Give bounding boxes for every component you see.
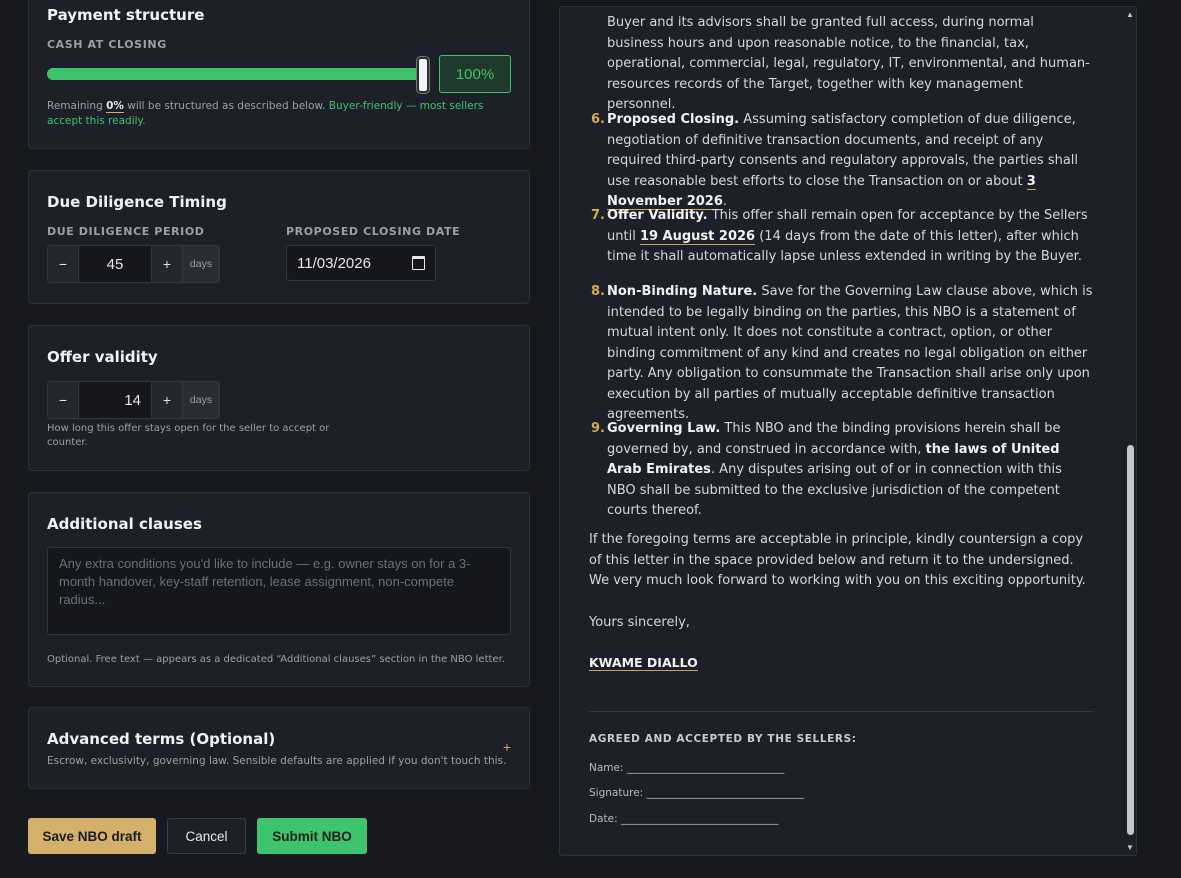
offer-validity-title: Offer validity: [47, 348, 158, 366]
advanced-terms-subtitle: Escrow, exclusivity, governing law. Sens…: [47, 755, 507, 767]
scroll-up-icon[interactable]: ▲: [1126, 10, 1134, 19]
advanced-terms-title: Advanced terms (Optional): [47, 730, 276, 748]
expand-plus-icon[interactable]: +: [503, 739, 511, 755]
additional-clauses-title: Additional clauses: [47, 515, 202, 533]
agreed-heading: AGREED AND ACCEPTED BY THE SELLERS:: [589, 733, 857, 745]
payment-structure-card: Payment structure CASH AT CLOSING 100% R…: [28, 0, 530, 149]
cash-at-closing-label: CASH AT CLOSING: [47, 38, 167, 51]
dd-unit-label: days: [182, 246, 219, 282]
closing-date-input[interactable]: 11/03/2026: [286, 245, 436, 281]
clause-heading: Non-Binding Nature.: [607, 284, 758, 299]
validity-decrement-button[interactable]: −: [48, 382, 78, 418]
cash-slider-track[interactable]: [47, 68, 421, 80]
nbo-letter-preview[interactable]: Buyer and its advisors shall be granted …: [559, 6, 1137, 856]
cash-slider-thumb[interactable]: [417, 57, 429, 93]
date-line: Date: ______________________________: [589, 813, 779, 825]
name-line: Name: ______________________________: [589, 762, 785, 774]
cash-percent-field[interactable]: 100%: [439, 55, 511, 93]
remaining-note: Remaining 0% will be structured as descr…: [47, 99, 517, 129]
clause-number: 9.: [591, 421, 605, 436]
letter-scrollbar[interactable]: ▲ ▼: [1124, 7, 1136, 855]
clause-heading: Governing Law.: [607, 421, 721, 436]
signatory: KWAME DIALLO: [589, 653, 1093, 675]
validity-unit-label: days: [182, 382, 219, 418]
cancel-button[interactable]: Cancel: [167, 818, 246, 854]
due-diligence-card: Due Diligence Timing DUE DILIGENCE PERIO…: [28, 170, 530, 304]
dd-decrement-button[interactable]: −: [48, 246, 78, 282]
submit-nbo-button[interactable]: Submit NBO: [257, 818, 367, 854]
offer-validity-card: Offer validity − 14 + days How long this…: [28, 325, 530, 471]
closing-date-value: 11/03/2026: [297, 254, 371, 272]
closing-date-label: PROPOSED CLOSING DATE: [286, 225, 461, 238]
validity-stepper: − 14 + days: [47, 381, 220, 419]
validity-help: How long this offer stays open for the s…: [47, 423, 330, 448]
remaining-value: 0%: [106, 100, 124, 113]
additional-clauses-card: Additional clauses Any extra conditions …: [28, 492, 530, 687]
signature-line: Signature: _____________________________…: [589, 787, 805, 799]
clause-body: Save for the Governing Law clause above,…: [607, 284, 1093, 422]
validity-input[interactable]: 14: [78, 382, 152, 418]
sign-off: Yours sincerely,: [589, 615, 690, 630]
clause-5-text: Buyer and its advisors shall be granted …: [607, 15, 1090, 112]
dd-period-label: DUE DILIGENCE PERIOD: [47, 225, 205, 238]
signatory-name: KWAME DIALLO: [589, 655, 698, 671]
clause-heading: Proposed Closing.: [607, 112, 740, 127]
additional-clauses-textarea[interactable]: Any extra conditions you'd like to inclu…: [47, 547, 511, 635]
additional-clauses-help: Optional. Free text — appears as a dedic…: [47, 654, 505, 665]
save-draft-button[interactable]: Save NBO draft: [28, 818, 156, 854]
payment-structure-title: Payment structure: [47, 6, 205, 24]
divider: [589, 711, 1093, 712]
dd-increment-button[interactable]: +: [152, 246, 182, 282]
validity-increment-button[interactable]: +: [152, 382, 182, 418]
calendar-icon[interactable]: [412, 256, 425, 270]
remaining-prefix: Remaining: [47, 100, 107, 112]
clause-heading: Offer Validity.: [607, 208, 708, 223]
clause-number: 8.: [591, 284, 605, 299]
advanced-terms-card[interactable]: Advanced terms (Optional) Escrow, exclus…: [28, 707, 530, 789]
dd-period-stepper: − 45 + days: [47, 245, 220, 283]
validity-date-highlight: 19 August 2026: [639, 228, 756, 245]
dd-period-input[interactable]: 45: [78, 246, 152, 282]
remaining-suffix: will be structured as described below.: [123, 100, 329, 112]
scrollbar-thumb[interactable]: [1127, 445, 1134, 835]
clause-number: 7.: [591, 208, 605, 223]
due-diligence-title: Due Diligence Timing: [47, 193, 227, 211]
clause-number: 6.: [591, 112, 605, 127]
closing-paragraph: If the foregoing terms are acceptable in…: [589, 532, 1086, 588]
scroll-down-icon[interactable]: ▼: [1126, 843, 1134, 852]
